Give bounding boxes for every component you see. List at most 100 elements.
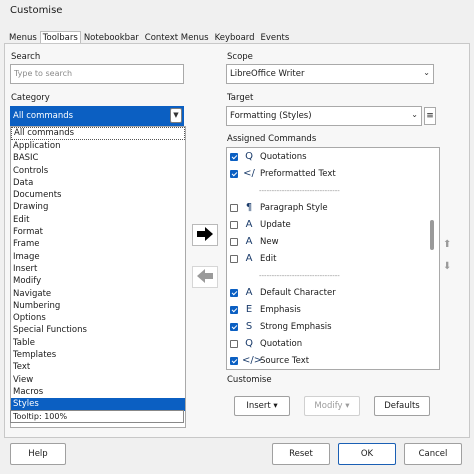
category-item[interactable]: Table: [11, 337, 185, 349]
checkbox[interactable]: [230, 237, 238, 246]
command-label: Quotations: [260, 151, 307, 162]
add-command-button[interactable]: [192, 224, 218, 246]
category-list[interactable]: All commands Application BASIC Controls Data…: [10, 126, 186, 428]
command-item[interactable]: E Emphasis: [227, 301, 439, 318]
command-item[interactable]: A Edit: [227, 250, 439, 267]
separator-line: --------------------------------: [259, 271, 340, 280]
checkbox[interactable]: [230, 288, 238, 297]
move-down-icon[interactable]: ⬇: [443, 261, 451, 272]
category-item[interactable]: Special Functions: [11, 324, 185, 336]
scrollbar-thumb[interactable]: [430, 220, 434, 250]
separator-line: --------------------------------: [259, 186, 340, 195]
checkbox[interactable]: [230, 339, 238, 348]
category-item[interactable]: Insert: [11, 263, 185, 275]
checkbox[interactable]: [230, 169, 238, 178]
category-item[interactable]: Application: [11, 140, 185, 152]
category-item[interactable]: Numbering: [11, 300, 185, 312]
checkbox[interactable]: [230, 220, 238, 229]
command-label: Edit: [260, 253, 277, 264]
search-placeholder: Type to search: [14, 69, 73, 78]
customise-label: Customise: [227, 375, 272, 385]
command-item[interactable]: Q Quotation: [227, 335, 439, 352]
chevron-down-icon[interactable]: ▼: [170, 108, 182, 123]
help-button[interactable]: Help: [10, 443, 66, 465]
category-combo[interactable]: All commands ▼: [10, 106, 184, 126]
category-item[interactable]: Templates: [11, 349, 185, 361]
command-label: Paragraph Style: [260, 202, 328, 213]
category-item[interactable]: Image: [11, 251, 185, 263]
command-icon: Q: [245, 151, 253, 162]
command-icon: </>: [242, 355, 263, 366]
ok-label: OK: [360, 449, 374, 459]
category-item[interactable]: View: [11, 374, 185, 386]
category-item[interactable]: Data: [11, 177, 185, 189]
target-label: Target: [227, 93, 254, 103]
category-item[interactable]: Edit: [11, 214, 185, 226]
command-icon: A: [245, 287, 253, 298]
remove-command-button[interactable]: [192, 266, 218, 288]
category-selected: All commands: [13, 111, 74, 121]
target-select[interactable]: Formatting (Styles) ⌄: [226, 106, 422, 126]
tooltip: Tooltip: 100%: [10, 410, 184, 423]
target-value: Formatting (Styles): [230, 111, 312, 121]
category-item[interactable]: Controls: [11, 165, 185, 177]
checkbox[interactable]: [230, 254, 238, 263]
category-item[interactable]: Format: [11, 226, 185, 238]
category-item[interactable]: Modify: [11, 275, 185, 287]
command-item[interactable]: A Default Character: [227, 284, 439, 301]
checkbox[interactable]: [230, 322, 238, 331]
category-item[interactable]: Text: [11, 361, 185, 373]
separator: --------------------------------: [227, 182, 439, 199]
command-label: Source Text: [260, 355, 310, 366]
checkbox[interactable]: [230, 203, 238, 212]
reset-button[interactable]: Reset: [272, 443, 330, 465]
category-item[interactable]: BASIC: [11, 152, 185, 164]
defaults-button[interactable]: Defaults: [374, 396, 430, 416]
category-label: Category: [11, 93, 50, 103]
command-item[interactable]: A New: [227, 233, 439, 250]
category-item[interactable]: Drawing: [11, 201, 185, 213]
command-label: Update: [260, 219, 291, 230]
checkbox[interactable]: [230, 356, 238, 365]
assigned-commands-list[interactable]: Q Quotations </ Preformatted Text ----------…: [226, 147, 440, 370]
category-item[interactable]: Macros: [11, 386, 185, 398]
command-item[interactable]: </ Preformatted Text: [227, 165, 439, 182]
insert-button[interactable]: Insert ▾: [234, 396, 290, 416]
help-label: Help: [28, 449, 48, 459]
hamburger-menu-icon[interactable]: ≡: [424, 107, 436, 125]
category-item[interactable]: All commands: [11, 127, 185, 140]
command-item[interactable]: A Update: [227, 216, 439, 233]
command-label: New: [260, 236, 279, 247]
category-item[interactable]: Styles: [11, 398, 185, 411]
cancel-button[interactable]: Cancel: [404, 443, 462, 465]
command-icon: A: [245, 253, 253, 264]
scope-select[interactable]: LibreOffice Writer ⌄: [226, 64, 434, 84]
category-item[interactable]: Options: [11, 312, 185, 324]
arrow-left-icon: [197, 269, 213, 283]
ok-button[interactable]: OK: [338, 443, 396, 465]
modify-button[interactable]: Modify ▾: [304, 396, 360, 416]
defaults-label: Defaults: [384, 401, 420, 411]
separator: --------------------------------: [227, 267, 439, 284]
scope-value: LibreOffice Writer: [230, 69, 305, 79]
command-item[interactable]: S Strong Emphasis: [227, 318, 439, 335]
search-input[interactable]: Type to search: [10, 64, 184, 84]
command-label: Strong Emphasis: [260, 321, 332, 332]
chevron-down-icon: ⌄: [411, 110, 418, 119]
command-item[interactable]: Q Quotations: [227, 148, 439, 165]
command-label: Default Character: [260, 287, 336, 298]
reset-label: Reset: [289, 449, 313, 459]
category-item[interactable]: Navigate: [11, 288, 185, 300]
checkbox[interactable]: [230, 152, 238, 161]
scope-label: Scope: [227, 52, 253, 62]
tab-bar: Menus Toolbars Notebookbar Context Menus…: [6, 31, 292, 44]
command-icon: S: [245, 321, 253, 332]
command-label: Emphasis: [260, 304, 301, 315]
category-item[interactable]: Documents: [11, 189, 185, 201]
command-item[interactable]: ¶ Paragraph Style: [227, 199, 439, 216]
checkbox[interactable]: [230, 305, 238, 314]
assigned-commands-label: Assigned Commands: [227, 134, 317, 144]
move-up-icon[interactable]: ⬆: [443, 239, 451, 250]
category-item[interactable]: Frame: [11, 238, 185, 250]
command-item[interactable]: </> Source Text: [227, 352, 439, 369]
